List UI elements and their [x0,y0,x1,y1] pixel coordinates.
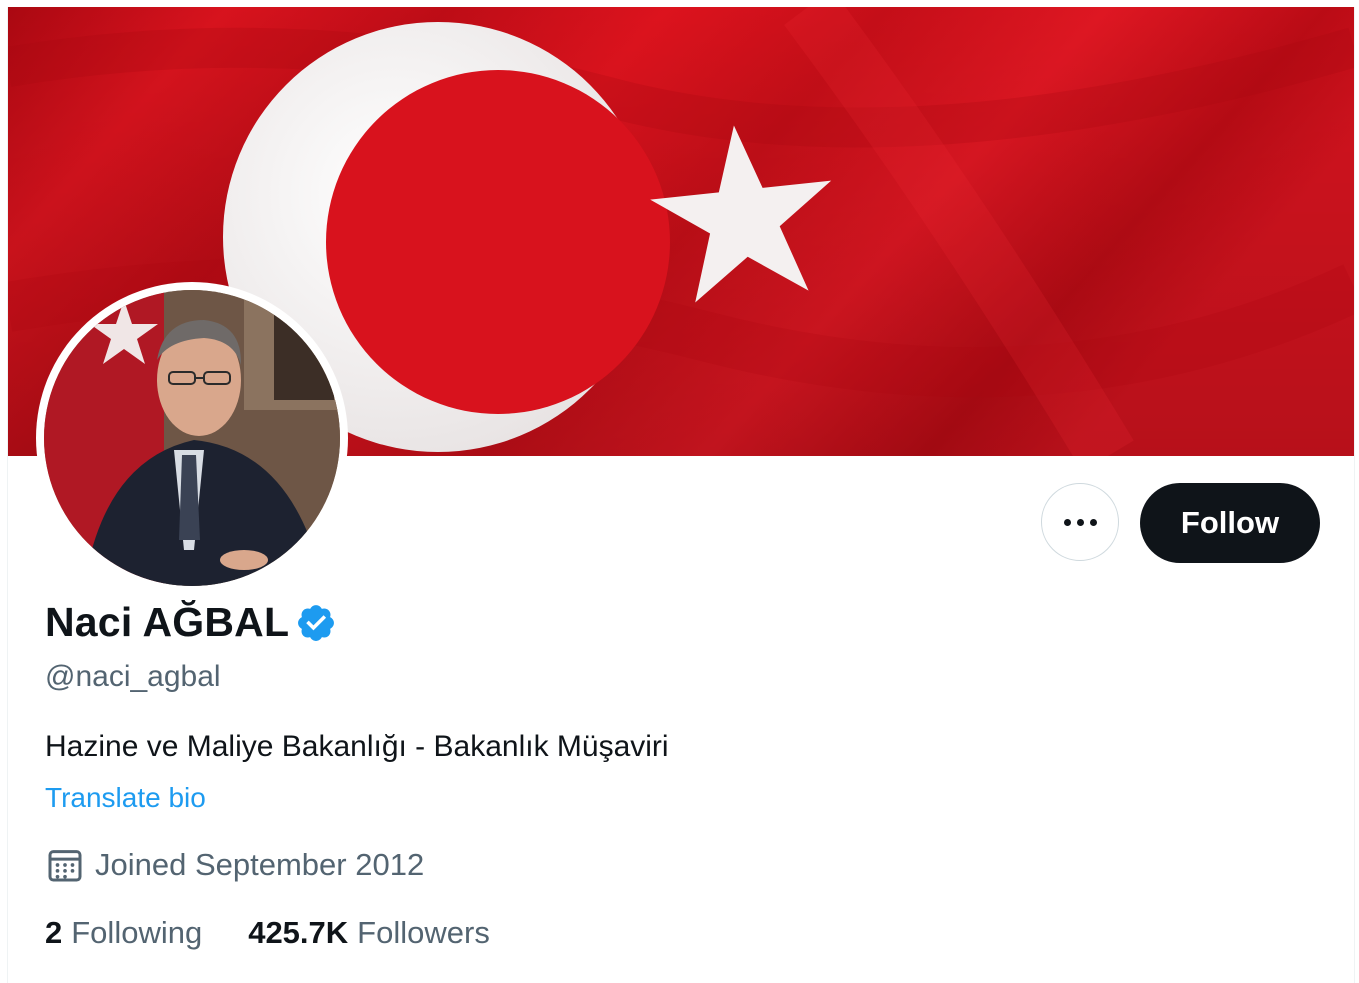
user-handle: @naci_agbal [45,660,221,693]
name-row: Naci AĞBAL [45,599,337,646]
follow-stats: 2 Following 425.7K Followers [45,915,490,951]
more-dot [1089,518,1097,526]
profile-page: Follow Naci AĞBAL @naci_agbal Hazine ve … [7,7,1355,983]
profile-bio: Hazine ve Maliye Bakanlığı - Bakanlık Mü… [45,730,669,763]
follow-button[interactable]: Follow [1140,483,1320,563]
join-date: Joined September 2012 [45,845,424,885]
joined-text: Joined September 2012 [95,847,425,882]
followers-label: Followers [357,915,490,950]
avatar[interactable] [44,290,340,586]
more-dot [1076,518,1084,526]
followers-link[interactable]: 425.7K Followers [248,915,490,951]
verified-badge-icon[interactable] [295,602,337,644]
more-horizontal-icon [1063,518,1071,526]
following-label: Following [71,915,203,950]
followers-count: 425.7K [248,915,349,950]
translate-bio-link[interactable]: Translate bio [45,782,206,814]
calendar-icon [48,850,82,882]
display-name: Naci AĞBAL [45,599,290,645]
following-link[interactable]: 2 Following [45,915,202,951]
avatar-photo [44,290,340,586]
avatar-border [36,282,348,594]
more-options-button[interactable] [1041,483,1119,561]
following-count: 2 [45,915,63,950]
